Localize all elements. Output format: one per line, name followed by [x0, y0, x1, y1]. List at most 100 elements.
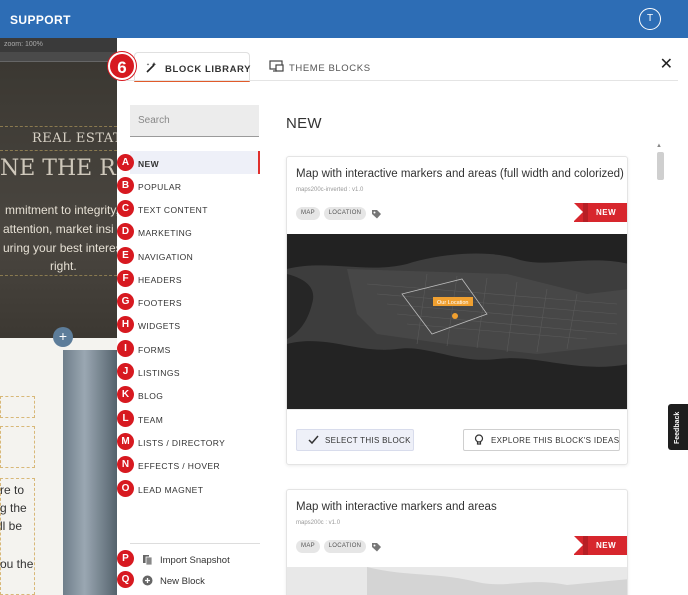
card-actions: SELECT THIS BLOCK EXPLORE THIS BLOCK'S I… [287, 409, 627, 464]
import-icon [142, 554, 153, 569]
card-title: Map with interactive markers and areas [296, 501, 497, 513]
tab-label: THEME BLOCKS [289, 63, 371, 74]
sidebar-divider [130, 543, 260, 544]
annotation-marker: A [117, 154, 134, 171]
tab-divider [127, 80, 678, 81]
add-section-button[interactable]: + [53, 327, 73, 347]
block-card[interactable]: Map with interactive markers and areas m… [286, 489, 628, 595]
search-input[interactable] [130, 105, 259, 137]
body-text: ou the [0, 557, 34, 571]
annotation-marker: Q [117, 571, 134, 588]
annotation-marker: L [117, 410, 134, 427]
tab-label: BLOCK LIBRARY [165, 64, 252, 75]
hero-kicker: REAL ESTATE [32, 131, 117, 146]
step-marker: 6 [108, 52, 136, 80]
theme-blocks-icon [269, 60, 284, 76]
tag-chip[interactable]: MAP [296, 207, 320, 220]
annotation-marker: B [117, 177, 134, 194]
annotation-marker: G [117, 293, 134, 310]
card-subtitle: maps200c : v1.0 [296, 520, 341, 526]
placeholder-box [0, 396, 35, 418]
section-title: NEW [286, 115, 322, 132]
annotation-marker: K [117, 386, 134, 403]
hero-line: attention, market insi [3, 222, 114, 236]
tag-chip[interactable]: MAP [296, 540, 320, 553]
category-widgets[interactable]: WIDGETS [130, 313, 260, 336]
close-icon[interactable]: ✕ [660, 54, 673, 74]
tag-icon [371, 540, 382, 558]
annotation-marker: C [117, 200, 134, 217]
scrollbar-thumb[interactable] [657, 152, 664, 180]
category-popular[interactable]: POPULAR [130, 174, 260, 197]
check-icon [308, 435, 319, 447]
hero-divider [0, 126, 117, 127]
annotation-marker: F [117, 270, 134, 287]
section-photo [63, 350, 117, 595]
annotation-marker: O [117, 480, 134, 497]
editor-ruler [0, 52, 117, 62]
category-text-content[interactable]: TEXT CONTENT [130, 197, 260, 220]
annotation-marker: E [117, 247, 134, 264]
user-avatar[interactable]: T [639, 8, 661, 30]
tag-chip[interactable]: LOCATION [324, 207, 366, 220]
scrollbar[interactable] [655, 144, 665, 595]
app-title: SUPPORT [10, 13, 71, 27]
block-card[interactable]: Map with interactive markers and areas (… [286, 156, 628, 465]
body-text: re to [0, 483, 25, 497]
hero-line: right. [50, 259, 77, 273]
hero-line: uring your best interes [3, 241, 117, 255]
category-footers[interactable]: FOOTERS [130, 290, 260, 313]
card-subtitle: maps200c-inverted : v1.0 [296, 187, 364, 193]
annotation-marker: H [117, 316, 134, 333]
import-snapshot-button[interactable]: Import Snapshot [142, 552, 272, 570]
new-badge: NEW [574, 203, 627, 222]
category-navigation[interactable]: NAVIGATION [130, 244, 260, 267]
annotation-marker: M [117, 433, 134, 450]
category-lists-directory[interactable]: LISTS / DIRECTORY [130, 430, 260, 453]
category-forms[interactable]: FORMS [130, 337, 260, 360]
hero-headline: NE THE RIGHT [0, 156, 117, 181]
hero-line: mmitment to integrity, [5, 203, 117, 217]
category-marketing[interactable]: MARKETING [130, 220, 260, 243]
annotation-marker: D [117, 223, 134, 240]
select-block-button[interactable]: SELECT THIS BLOCK [296, 429, 414, 451]
category-headers[interactable]: HEADERS [130, 267, 260, 290]
map-preview: Our Location [287, 234, 627, 409]
hero-divider [0, 275, 117, 276]
tab-block-library[interactable]: BLOCK LIBRARY [134, 52, 250, 82]
explore-ideas-button[interactable]: EXPLORE THIS BLOCK'S IDEAS [463, 429, 620, 451]
tag-icon [371, 207, 382, 225]
hero-divider [0, 150, 117, 151]
body-text: g the [0, 501, 27, 515]
placeholder-box [0, 426, 35, 468]
map-location-label: Our Location [437, 300, 469, 306]
annotation-marker: J [117, 363, 134, 380]
category-team[interactable]: TEAM [130, 407, 260, 430]
scroll-up-icon[interactable]: ▲ [656, 143, 662, 149]
tab-theme-blocks[interactable]: THEME BLOCKS [259, 52, 379, 82]
category-lead-magnet[interactable]: LEAD MAGNET [130, 477, 260, 500]
annotation-marker: P [117, 550, 134, 567]
body-text: ll be [0, 519, 23, 533]
new-block-button[interactable]: New Block [142, 573, 272, 591]
editor-background: zoom: 100% REAL ESTATE NE THE RIGHT mmit… [0, 38, 117, 595]
category-new[interactable]: NEW [130, 151, 260, 174]
category-effects-hover[interactable]: EFFECTS / HOVER [130, 453, 260, 476]
card-title: Map with interactive markers and areas (… [296, 168, 624, 180]
new-badge: NEW [574, 536, 627, 555]
category-listings[interactable]: LISTINGS [130, 360, 260, 383]
top-bar: SUPPORT T [0, 0, 688, 38]
tag-chip[interactable]: LOCATION [324, 540, 366, 553]
annotation-marker: N [117, 456, 134, 473]
zoom-readout: zoom: 100% [4, 41, 43, 48]
annotation-marker: I [117, 340, 134, 357]
tab-bar: BLOCK LIBRARY THEME BLOCKS [117, 38, 688, 83]
editor-toolbar: zoom: 100% [0, 38, 117, 52]
plus-circle-icon [142, 575, 153, 589]
category-blog[interactable]: BLOG [130, 383, 260, 406]
block-library-modal: BLOCK LIBRARY THEME BLOCKS ✕ NEW POPULAR… [108, 38, 688, 595]
feedback-tab[interactable]: Feedback [668, 404, 688, 450]
map-preview [287, 567, 627, 595]
lightbulb-icon [474, 434, 484, 448]
magic-wand-icon [145, 61, 158, 77]
